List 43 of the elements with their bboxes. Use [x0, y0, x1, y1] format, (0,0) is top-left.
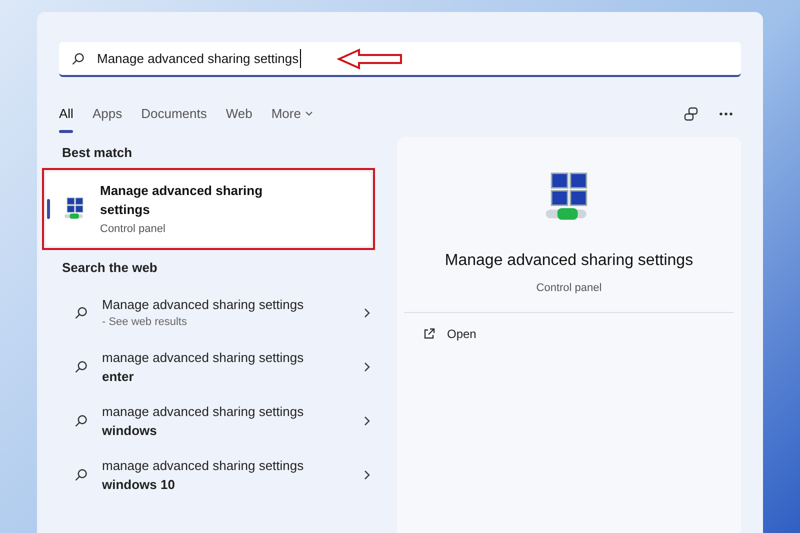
section-heading: Best match [61, 144, 134, 162]
filter-tab[interactable]: Apps [92, 101, 122, 127]
suggestion-completion: enter [102, 368, 135, 386]
selection-indicator [47, 198, 50, 218]
filter-tab[interactable]: All [59, 101, 74, 127]
result-title: Manage advanced sharing settings [100, 182, 264, 218]
suggestion-completion: windows 10 [102, 476, 176, 494]
search-field[interactable]: Manage advanced sharing settings [59, 42, 741, 77]
search-icon [74, 306, 88, 320]
search-icon [71, 52, 85, 66]
section-heading: Search the web [61, 259, 158, 277]
best-match-item[interactable]: Manage advanced sharing settings Control panel [46, 172, 371, 246]
search-text: Manage advanced sharing settings [97, 48, 301, 68]
selection-indicator [59, 130, 74, 133]
result-title: manage advanced sharing settings [102, 348, 305, 366]
result-note: - See web results [102, 314, 188, 330]
filter-tab[interactable]: More [271, 101, 313, 127]
chevron-right-icon [363, 468, 371, 480]
filter-tab[interactable]: Web [226, 101, 252, 127]
search-icon [74, 468, 88, 482]
preview-subtitle: Control panel [536, 281, 602, 296]
chevron-right-icon [363, 306, 371, 318]
result-subtitle: Control panel [100, 222, 166, 236]
open-action[interactable]: Open [423, 324, 476, 342]
search-icon [74, 414, 88, 428]
web-result-item[interactable]: manage advanced sharing settings windows 10 [59, 448, 391, 502]
result-title: manage advanced sharing settings [102, 402, 305, 420]
chat-bubbles-icon[interactable] [683, 106, 699, 122]
web-result-item[interactable]: Manage advanced sharing settings - See web results [59, 286, 391, 340]
arrow-left-icon [336, 48, 403, 70]
result-title: manage advanced sharing settings [102, 456, 305, 474]
chevron-right-icon [363, 414, 371, 426]
external-link-icon [423, 328, 435, 340]
result-title: Manage advanced sharing settings [102, 296, 305, 314]
preview-title: Manage advanced sharing settings [444, 251, 694, 271]
more-options-icon[interactable] [719, 112, 733, 116]
chevron-down-icon [304, 111, 313, 117]
chevron-right-icon [363, 360, 371, 372]
web-result-item[interactable]: manage advanced sharing settings windows [59, 394, 391, 448]
filter-tab[interactable]: Documents [141, 101, 207, 127]
search-icon [74, 360, 88, 374]
suggestion-completion: windows [102, 422, 158, 440]
web-result-item[interactable]: manage advanced sharing settings enter [59, 340, 391, 394]
